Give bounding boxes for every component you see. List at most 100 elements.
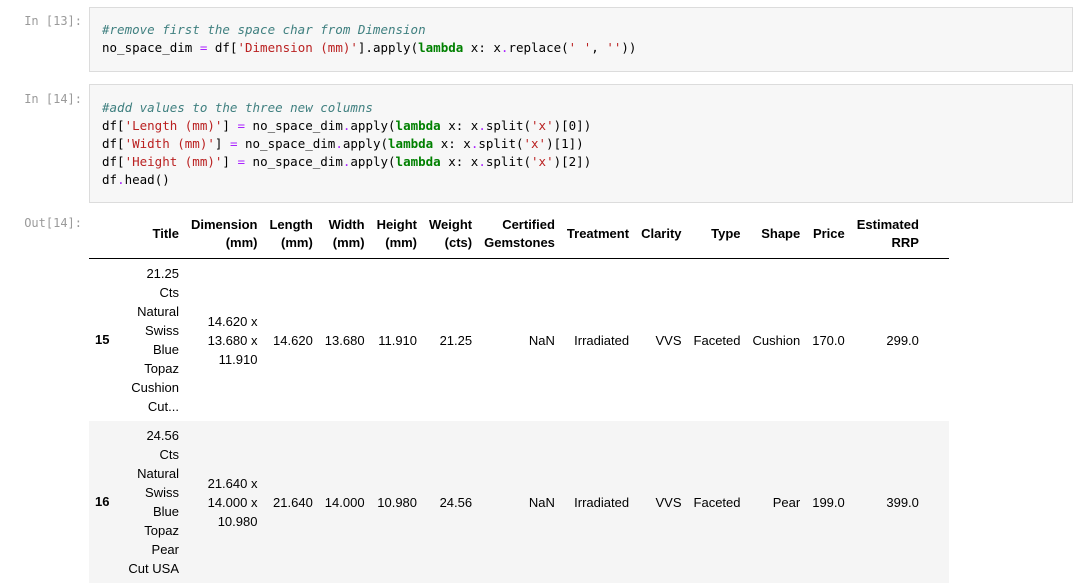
cell-line: 11.910 (218, 351, 258, 367)
code-token: )[1]) (546, 136, 584, 151)
cell-weight: 24.56 (439, 494, 473, 510)
column-header-price: Price (806, 210, 851, 259)
cell-height: 10.980 (377, 494, 418, 510)
code-string: 'Height (mm)' (124, 154, 223, 169)
cell-price: 199.0 (812, 494, 845, 510)
code-keyword: lambda (395, 118, 441, 133)
cell-line: 21.25 Cts (146, 266, 179, 300)
code-keyword: lambda (388, 136, 434, 151)
column-header-rrp: Estimated RRP (851, 210, 949, 259)
code-cell-14[interactable]: #add values to the three new columns df[… (89, 84, 1073, 203)
table-row: 15 21.25 Cts Natural Swiss Blue Topaz Cu… (89, 258, 949, 421)
column-header-shape: Shape (747, 210, 807, 259)
column-header-length: Length (mm) (263, 210, 318, 259)
code-comment: #remove first the space char from Dimens… (102, 22, 426, 37)
cell-certified: NaN (528, 332, 555, 348)
cell-length: 21.640 (273, 494, 313, 510)
code-string: 'Width (mm)' (124, 136, 215, 151)
code-token: split( (485, 154, 532, 169)
column-header-weight: Weight (cts) (423, 210, 478, 259)
code-token: x: x (463, 40, 501, 55)
header-line: (mm) (225, 235, 258, 250)
header-line: Title (152, 226, 180, 241)
cell-width: 14.000 (324, 494, 365, 510)
column-header-title: Title (119, 210, 185, 259)
cell-shape: Pear (772, 494, 801, 510)
cell-line: 10.980 (217, 513, 258, 529)
output-prompt-14: Out[14]: (24, 216, 82, 230)
code-token: df[ (102, 154, 125, 169)
code-token: x: x (440, 154, 479, 169)
cell-dimension: 21.640 x 14.000 x 10.980 (185, 421, 263, 583)
header-line: Height (376, 217, 418, 232)
cell-line: Topaz (144, 361, 179, 376)
header-line: Gemstones (484, 235, 555, 250)
code-token: split( (485, 118, 532, 133)
input-prompt-14: In [14]: (24, 92, 82, 106)
cell-certified: NaN (528, 494, 555, 510)
code-comment: #add values to the three new columns (102, 100, 373, 115)
code-token: replace( (508, 40, 569, 55)
code-token: )[0]) (553, 118, 592, 133)
cell-line: Swiss Blue (145, 323, 179, 357)
code-string: 'x' (531, 118, 554, 133)
code-operator: = (237, 118, 246, 133)
cell-line: 13.680 x (207, 332, 258, 348)
header-line: Certified (502, 217, 555, 232)
code-operator: . (478, 118, 486, 133)
cell-type: Faceted (693, 332, 741, 348)
cell-title: 24.56 Cts Natural Swiss Blue Topaz Pear … (119, 421, 185, 583)
code-keyword: lambda (418, 40, 464, 55)
column-header-dimension: Dimension (mm) (185, 210, 263, 259)
header-line: Length (269, 217, 313, 232)
code-token: apply( (350, 118, 396, 133)
table-row: 16 24.56 Cts Natural Swiss Blue Topaz Pe… (89, 421, 949, 583)
code-string: 'x' (523, 136, 547, 151)
cell-clarity: VVS (655, 494, 682, 510)
code-token: df[ (102, 118, 125, 133)
header-line: Dimension (191, 217, 258, 232)
code-line-comment: #remove first the space char from Dimens… (102, 21, 1060, 39)
cell-length: 14.620 (273, 332, 313, 348)
code-token: ] (214, 136, 230, 151)
column-header-type: Type (688, 210, 747, 259)
cell-line: Natural (137, 304, 179, 319)
cell-clarity: VVS (655, 332, 682, 348)
cell-line: 14.000 x (207, 494, 258, 510)
row-index: 15 (95, 332, 110, 347)
header-line: (mm) (281, 235, 313, 250)
code-token: apply( (342, 136, 389, 151)
code-token: )) (621, 40, 637, 55)
index-header (89, 210, 119, 259)
code-token: df[ (207, 40, 238, 55)
code-string: '' (606, 40, 622, 55)
cell-line: 21.640 x (207, 475, 258, 491)
header-line: (mm) (332, 235, 365, 250)
cell-line: Cut... (147, 399, 179, 414)
cell-width: 13.680 (324, 332, 365, 348)
input-prompt-13: In [13]: (24, 14, 82, 28)
code-token: df[ (102, 136, 125, 151)
code-token: ] (222, 154, 238, 169)
header-line: Treatment (566, 226, 630, 241)
column-header-treatment: Treatment (561, 210, 635, 259)
cell-type: Faceted (693, 494, 741, 510)
cell-rrp: 299.0 (886, 332, 919, 348)
code-cell-13[interactable]: #remove first the space char from Dimens… (89, 7, 1073, 72)
code-token: no_space_dim (245, 154, 343, 169)
code-line: df.head() (102, 171, 1060, 189)
code-keyword: lambda (395, 154, 441, 169)
code-line: df['Width (mm)'] = no_space_dim.apply(la… (102, 135, 1060, 153)
output-area: Title Dimension (mm) Length (mm) Width (mm)… (89, 210, 1079, 583)
cell-line: Swiss Blue (145, 485, 179, 519)
code-token: )[2]) (553, 154, 592, 169)
code-token: ].apply( (357, 40, 419, 55)
code-token: x: x (440, 118, 479, 133)
code-operator: = (237, 154, 246, 169)
code-line: df['Length (mm)'] = no_space_dim. apply(l… (102, 117, 1060, 135)
header-line: RRP (891, 235, 919, 250)
cell-height: 11.910 (378, 332, 418, 348)
row-index: 16 (95, 494, 110, 509)
header-line: Weight (429, 217, 473, 232)
code-string: 'x' (531, 154, 554, 169)
